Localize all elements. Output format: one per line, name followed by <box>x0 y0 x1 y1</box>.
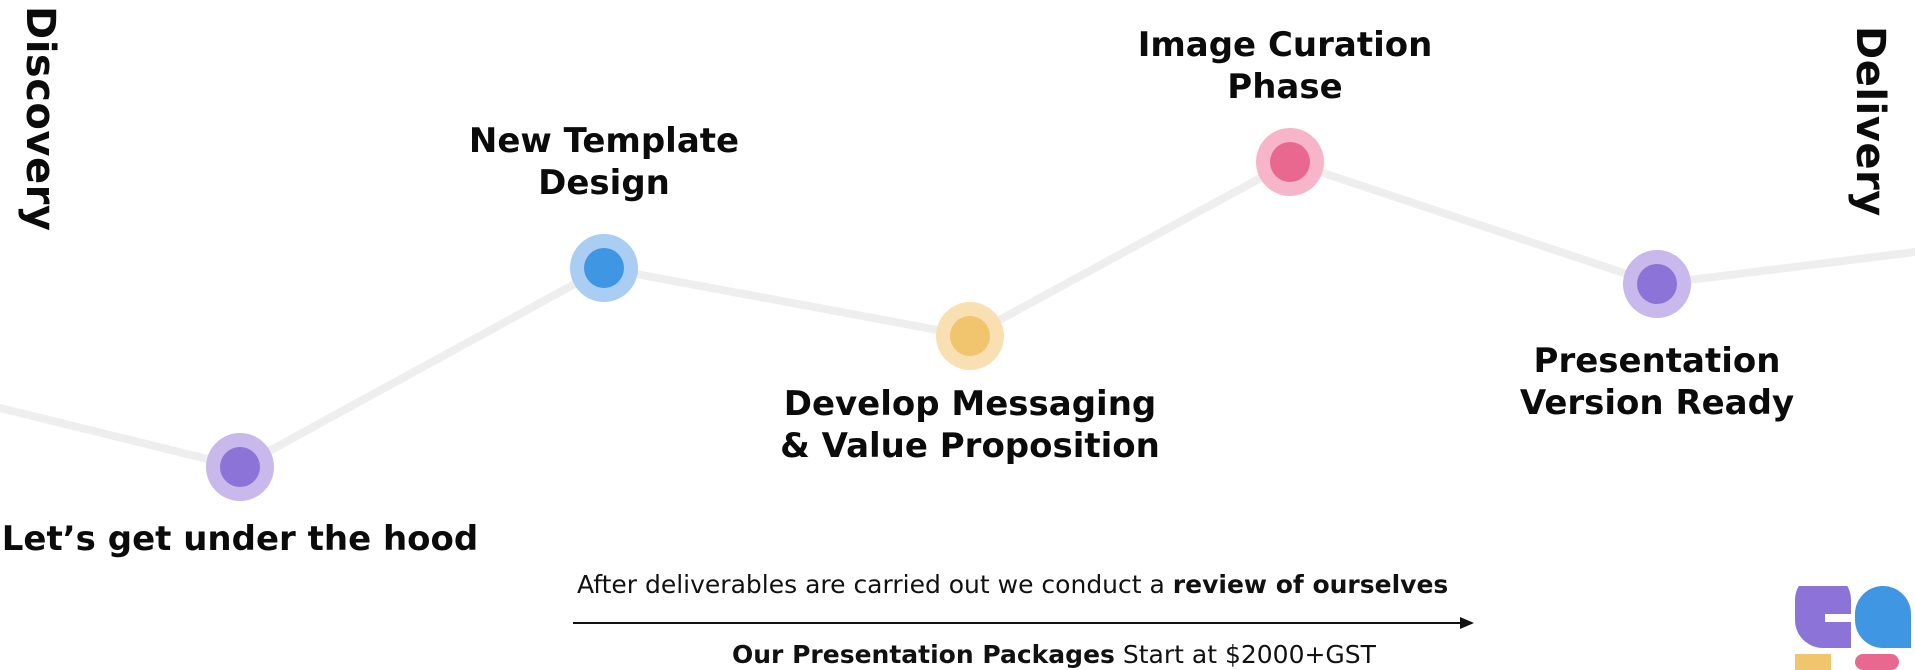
milestone-dot <box>1270 142 1310 182</box>
milestone-node-messaging <box>936 302 1004 370</box>
milestone-label-messaging: Develop Messaging & Value Proposition <box>780 383 1160 467</box>
review-note-text: After deliverables are carried out we co… <box>577 570 1173 599</box>
review-arrow <box>573 617 1474 629</box>
discovery-label: Discovery <box>17 6 63 232</box>
milestone-dot <box>584 248 624 288</box>
milestone-dot <box>1637 264 1677 304</box>
packages-note: Our Presentation Packages Start at $2000… <box>732 640 1376 669</box>
milestone-dot <box>220 447 260 487</box>
milestone-label-line: Let’s get under the hood <box>1 519 479 559</box>
brand-logo-icon <box>1795 586 1915 670</box>
logo-yellow-shape <box>1795 654 1831 670</box>
review-note: After deliverables are carried out we co… <box>577 570 1448 599</box>
packages-note-title: Our Presentation Packages <box>732 640 1115 669</box>
packages-note-price: Start at $2000+GST <box>1114 640 1376 669</box>
timeline-canvas: Discovery Delivery Let’s get under the h… <box>0 0 1915 670</box>
milestone-node-discovery <box>206 433 274 501</box>
milestone-label-template: New Template Design <box>469 120 739 204</box>
milestone-node-presentation <box>1623 250 1691 318</box>
milestone-label-line: Presentation <box>1533 341 1781 381</box>
milestone-label-line: New Template <box>468 121 740 161</box>
milestone-label-line: & Value Proposition <box>780 426 1160 466</box>
milestone-label-line: Version Ready <box>1519 383 1795 423</box>
milestone-label-line: Phase <box>1227 67 1343 107</box>
logo-pink-shape <box>1855 654 1899 670</box>
milestone-label-line: Image Curation <box>1137 25 1433 65</box>
arrowhead-icon <box>1460 617 1474 629</box>
milestone-label-line: Develop Messaging <box>783 384 1157 424</box>
milestone-node-image-curation <box>1256 128 1324 196</box>
delivery-label: Delivery <box>1847 26 1893 217</box>
milestone-label-image-curation: Image Curation Phase <box>1138 24 1433 108</box>
milestone-dot <box>950 316 990 356</box>
milestone-label-line: Design <box>538 163 670 203</box>
milestone-label-presentation: Presentation Version Ready <box>1520 340 1794 424</box>
milestone-label-discovery: Let’s get under the hood <box>2 518 478 560</box>
logo-o-shape <box>1855 586 1911 648</box>
review-note-emphasis: review of ourselves <box>1172 570 1449 599</box>
milestone-node-template <box>570 234 638 302</box>
